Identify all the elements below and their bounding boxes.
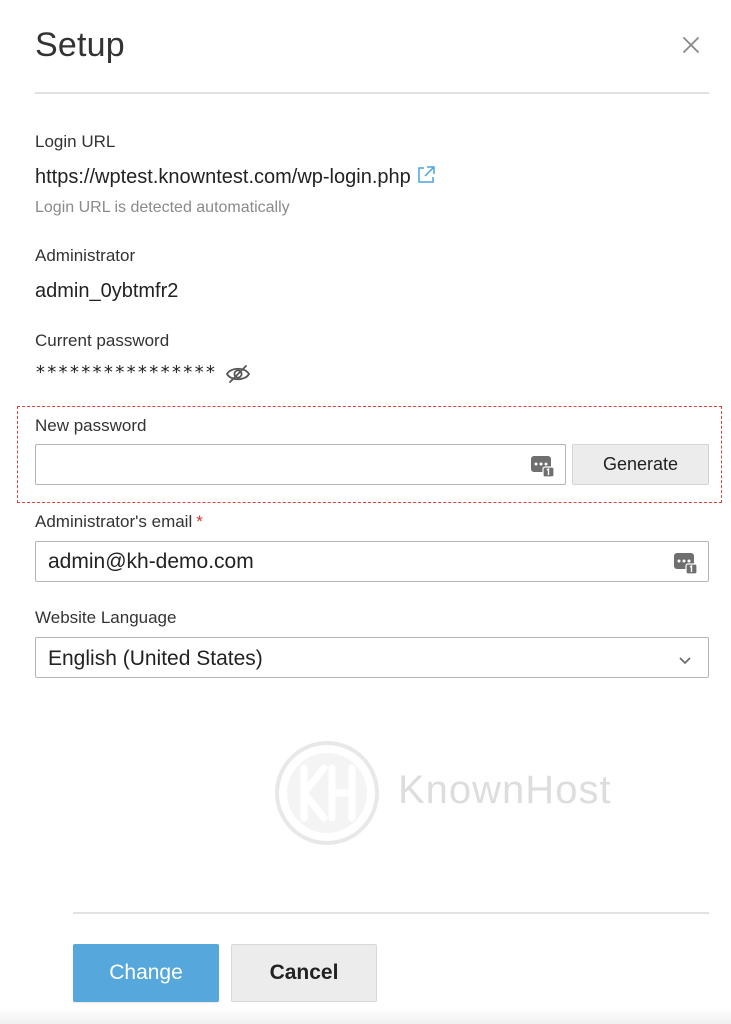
dialog-title: Setup	[35, 26, 125, 64]
login-url-label: Login URL	[35, 132, 116, 151]
header-divider	[35, 92, 709, 94]
login-url-row: https://wptest.knowntest.com/wp-login.ph…	[35, 165, 436, 191]
login-url-hint: Login URL is detected automatically	[35, 199, 290, 216]
chevron-down-icon	[678, 653, 692, 671]
password-manager-icon[interactable]	[673, 550, 699, 576]
generate-button[interactable]: Generate	[572, 444, 709, 485]
new-password-field-wrapper	[35, 444, 566, 485]
external-link-icon[interactable]	[416, 165, 436, 191]
language-selected-value: English (United States)	[48, 647, 263, 670]
password-manager-icon[interactable]	[530, 453, 556, 479]
change-button[interactable]: Change	[73, 944, 219, 1002]
watermark-text: KnownHost	[398, 768, 612, 812]
administrator-value: admin_0ybtmfr2	[35, 280, 179, 302]
current-password-label: Current password	[35, 331, 170, 350]
required-marker: *	[196, 512, 203, 531]
footer-divider	[73, 912, 709, 914]
eye-slash-icon[interactable]	[224, 362, 252, 386]
language-select[interactable]: English (United States)	[35, 637, 709, 678]
language-label: Website Language	[35, 608, 177, 627]
current-password-value: ****************	[35, 362, 217, 383]
knownhost-watermark: KnownHost	[272, 738, 692, 848]
admin-email-label-row: Administrator's email *	[35, 512, 203, 532]
close-icon	[683, 37, 699, 53]
login-url-value: https://wptest.knowntest.com/wp-login.ph…	[35, 166, 411, 188]
bottom-fade	[0, 1008, 731, 1024]
new-password-label: New password	[35, 416, 147, 435]
administrator-label: Administrator	[35, 246, 136, 265]
cancel-button[interactable]: Cancel	[231, 944, 377, 1002]
close-button[interactable]	[676, 30, 706, 60]
knownhost-logo-icon	[275, 741, 379, 845]
admin-email-field-wrapper	[35, 541, 709, 582]
admin-email-label: Administrator's email	[35, 512, 193, 531]
admin-email-input[interactable]	[36, 542, 708, 581]
setup-dialog: Setup Login URL https://wptest.knowntest…	[0, 0, 731, 1024]
new-password-input[interactable]	[36, 445, 565, 484]
